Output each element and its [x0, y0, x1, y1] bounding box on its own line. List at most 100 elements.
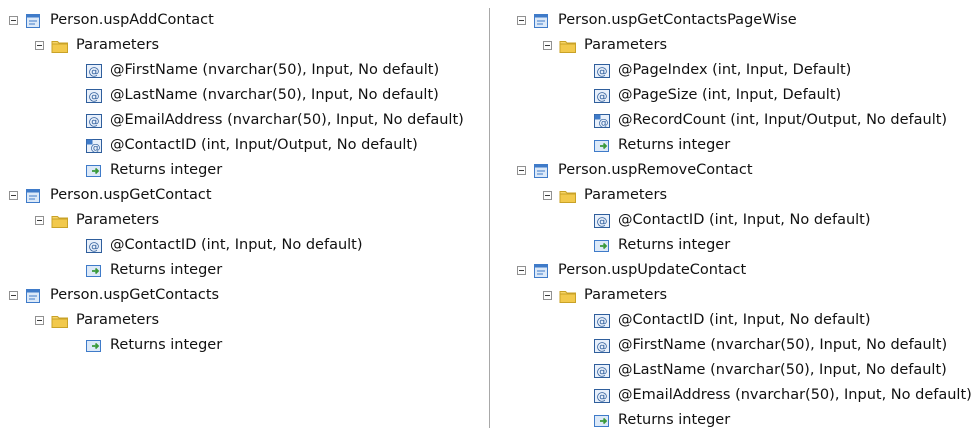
collapse-toggle-icon[interactable]: [9, 191, 18, 200]
collapse-toggle-icon[interactable]: [35, 216, 44, 225]
tree-left: Person.uspAddContact Parameters @ @FirstNam…: [0, 8, 464, 358]
stored-procedure-node[interactable]: Person.uspGetContactsPageWise: [508, 8, 972, 33]
returns-node[interactable]: Returns integer: [0, 158, 464, 183]
folder-icon: [559, 288, 577, 304]
input-parameter-icon: @: [593, 213, 611, 229]
stored-procedure-node[interactable]: Person.uspAddContact: [0, 8, 464, 33]
input-parameter-icon: @: [85, 113, 103, 129]
stored-procedure-icon: [533, 163, 551, 179]
svg-text:@: @: [89, 240, 100, 253]
parameter-node[interactable]: @ @ContactID (int, Input/Output, No defau…: [0, 133, 464, 158]
returns-icon: [85, 163, 103, 179]
parameter-node-label: @PageIndex (int, Input, Default): [618, 62, 852, 78]
parameters-folder-node-label: Parameters: [584, 187, 667, 203]
parameter-node-label: @RecordCount (int, Input/Output, No defa…: [618, 112, 948, 128]
folder-icon: [51, 313, 69, 329]
collapse-toggle-icon[interactable]: [35, 316, 44, 325]
parameter-node[interactable]: @ @LastName (nvarchar(50), Input, No defa…: [508, 358, 972, 383]
parameters-folder-node[interactable]: Parameters: [0, 208, 464, 233]
parameter-node-label: @EmailAddress (nvarchar(50), Input, No d…: [110, 112, 464, 128]
stored-procedure-node-label: Person.uspUpdateContact: [558, 262, 747, 278]
tree-right: Person.uspGetContactsPageWise Parameters @…: [508, 8, 972, 433]
returns-node[interactable]: Returns integer: [508, 408, 972, 433]
input-parameter-icon: @: [593, 388, 611, 404]
returns-node[interactable]: Returns integer: [0, 333, 464, 358]
parameter-node-label: @ContactID (int, Input, No default): [618, 312, 871, 328]
parameter-node[interactable]: @ @LastName (nvarchar(50), Input, No defa…: [0, 83, 464, 108]
returns-node[interactable]: Returns integer: [508, 233, 972, 258]
returns-node-label: Returns integer: [618, 412, 731, 428]
collapse-toggle-icon[interactable]: [9, 291, 18, 300]
collapse-toggle-icon[interactable]: [543, 291, 552, 300]
stored-procedure-icon: [533, 263, 551, 279]
stored-procedure-node-label: Person.uspGetContactsPageWise: [558, 12, 797, 28]
collapse-toggle-icon[interactable]: [543, 191, 552, 200]
stored-procedure-node[interactable]: Person.uspUpdateContact: [508, 258, 972, 283]
parameter-node[interactable]: @ @FirstName (nvarchar(50), Input, No def…: [0, 58, 464, 83]
returns-node-label: Returns integer: [618, 137, 731, 153]
svg-text:@: @: [91, 143, 101, 154]
returns-node[interactable]: Returns integer: [0, 258, 464, 283]
parameters-folder-node[interactable]: Parameters: [508, 33, 972, 58]
column-divider: [489, 8, 490, 428]
collapse-toggle-icon[interactable]: [517, 266, 526, 275]
parameter-node[interactable]: @ @PageIndex (int, Input, Default): [508, 58, 972, 83]
stored-procedure-icon: [25, 13, 43, 29]
parameter-node-label: @ContactID (int, Input, No default): [110, 237, 363, 253]
stored-procedure-icon: [533, 13, 551, 29]
returns-node-label: Returns integer: [618, 237, 731, 253]
collapse-toggle-icon[interactable]: [543, 41, 552, 50]
returns-icon: [85, 338, 103, 354]
input-parameter-icon: @: [85, 238, 103, 254]
parameter-node[interactable]: @ @FirstName (nvarchar(50), Input, No def…: [508, 333, 972, 358]
parameters-folder-node[interactable]: Parameters: [508, 283, 972, 308]
returns-node-label: Returns integer: [110, 337, 223, 353]
returns-node-label: Returns integer: [110, 162, 223, 178]
parameter-node-label: @EmailAddress (nvarchar(50), Input, No d…: [618, 387, 972, 403]
stored-procedure-node[interactable]: Person.uspGetContacts: [0, 283, 464, 308]
parameter-node-label: @FirstName (nvarchar(50), Input, No defa…: [618, 337, 948, 353]
parameter-node[interactable]: @ @EmailAddress (nvarchar(50), Input, No …: [0, 108, 464, 133]
returns-icon: [593, 138, 611, 154]
parameters-folder-node[interactable]: Parameters: [0, 308, 464, 333]
stored-procedure-node-label: Person.uspGetContacts: [50, 287, 220, 303]
stored-procedure-node[interactable]: Person.uspRemoveContact: [508, 158, 972, 183]
output-parameter-icon: @: [593, 113, 611, 129]
input-parameter-icon: @: [593, 88, 611, 104]
returns-node-label: Returns integer: [110, 262, 223, 278]
returns-node[interactable]: Returns integer: [508, 133, 972, 158]
parameters-folder-node-label: Parameters: [584, 37, 667, 53]
parameter-node[interactable]: @ @ContactID (int, Input, No default): [0, 233, 464, 258]
svg-text:@: @: [89, 115, 100, 128]
collapse-toggle-icon[interactable]: [9, 16, 18, 25]
collapse-toggle-icon[interactable]: [517, 166, 526, 175]
parameter-node-label: @PageSize (int, Input, Default): [618, 87, 842, 103]
parameter-node[interactable]: @ @ContactID (int, Input, No default): [508, 208, 972, 233]
parameter-node[interactable]: @ @PageSize (int, Input, Default): [508, 83, 972, 108]
returns-icon: [593, 413, 611, 429]
folder-icon: [559, 188, 577, 204]
svg-text:@: @: [597, 90, 608, 103]
stored-procedure-node[interactable]: Person.uspGetContact: [0, 183, 464, 208]
input-parameter-icon: @: [85, 63, 103, 79]
collapse-toggle-icon[interactable]: [35, 41, 44, 50]
parameter-node-label: @FirstName (nvarchar(50), Input, No defa…: [110, 62, 440, 78]
svg-text:@: @: [597, 390, 608, 403]
parameter-node-label: @LastName (nvarchar(50), Input, No defau…: [110, 87, 439, 103]
stored-procedure-icon: [25, 288, 43, 304]
output-parameter-icon: @: [85, 138, 103, 154]
parameters-folder-node-label: Parameters: [76, 37, 159, 53]
parameters-folder-node[interactable]: Parameters: [0, 33, 464, 58]
stored-procedure-node-label: Person.uspGetContact: [50, 187, 212, 203]
parameter-node[interactable]: @ @RecordCount (int, Input/Output, No def…: [508, 108, 972, 133]
input-parameter-icon: @: [593, 338, 611, 354]
collapse-toggle-icon[interactable]: [517, 16, 526, 25]
parameters-folder-node[interactable]: Parameters: [508, 183, 972, 208]
svg-text:@: @: [597, 65, 608, 78]
parameter-node[interactable]: @ @ContactID (int, Input, No default): [508, 308, 972, 333]
svg-text:@: @: [89, 90, 100, 103]
parameter-node[interactable]: @ @EmailAddress (nvarchar(50), Input, No …: [508, 383, 972, 408]
folder-icon: [51, 213, 69, 229]
input-parameter-icon: @: [593, 63, 611, 79]
svg-text:@: @: [597, 315, 608, 328]
